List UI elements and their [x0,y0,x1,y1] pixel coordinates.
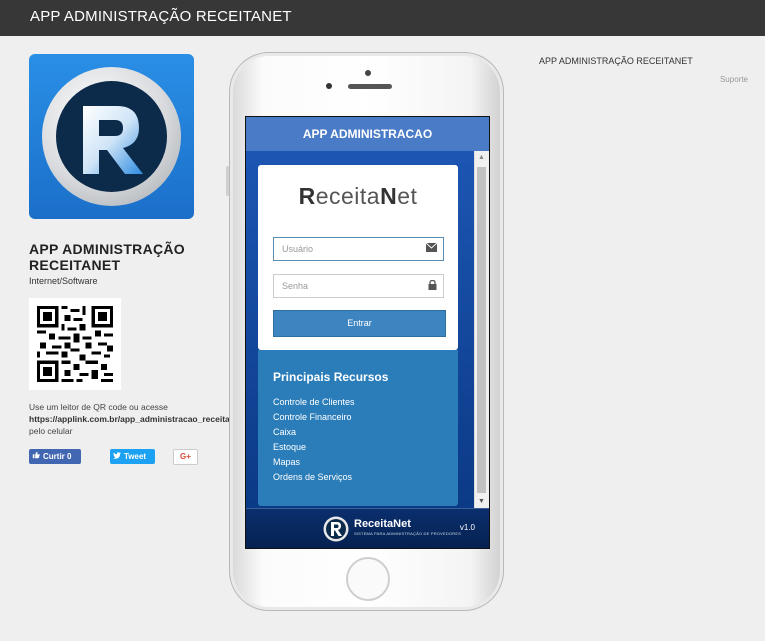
phone-home-button [346,557,390,601]
lock-icon [428,279,437,292]
thumbs-up-icon [29,449,43,464]
login-card: ReceitaNet Usuário Senha Entrar [258,165,458,350]
google-plus-button[interactable]: G+ [173,449,198,465]
screen-scrollbar[interactable]: ▲ ▼ [474,151,489,508]
feature-item: Caixa [273,427,297,437]
feature-item: Controle de Clientes [273,397,355,407]
phone-front-camera [326,83,332,89]
top-bar: APP ADMINISTRAÇÃO RECEITANET [0,0,765,36]
feature-item: Estoque [273,442,307,452]
twitter-tweet-button[interactable]: Tweet [110,449,155,464]
login-button[interactable]: Entrar [273,310,446,337]
password-input[interactable]: Senha [273,274,444,298]
scroll-up-arrow-icon[interactable]: ▲ [478,154,485,161]
footer-brand: ReceitaNet [354,518,411,530]
username-input[interactable]: Usuário [273,237,444,261]
phone-mockup: APP ADMINISTRACAO ReceitaNet Usuário Sen… [229,52,504,611]
scroll-down-arrow-icon[interactable]: ▼ [478,498,485,505]
support-link[interactable]: Suporte [720,75,748,84]
app-name: APP ADMINISTRAÇÃO RECEITANET [29,241,185,273]
page-title: APP ADMINISTRAÇÃO RECEITANET [30,8,292,25]
footer-logo-icon [323,516,349,547]
feature-item: Mapas [273,457,301,467]
feature-item: Ordens de Serviços [273,472,353,482]
app-info-panel: APP ADMINISTRAÇÃO RECEITANET Internet/So… [29,54,234,465]
phone-screen: APP ADMINISTRACAO ReceitaNet Usuário Sen… [245,116,490,549]
footer-tagline: SISTEMA PARA ADMINISTRAÇÃO DE PROVEDORES [354,531,462,536]
facebook-like-button[interactable]: Curtir 0 [29,449,81,464]
app-header: APP ADMINISTRACAO [246,117,489,151]
app-logo-icon [29,54,194,219]
brand-logo-text: ReceitaNet [298,183,418,209]
social-buttons: Curtir 0 Tweet G+ [29,449,234,465]
feature-item: Controle Financeiro [273,412,352,422]
features-title: Principais Recursos [273,370,389,384]
phone-earpiece [348,84,392,89]
phone-camera-dot [365,70,371,76]
twitter-bird-icon [110,449,124,464]
app-category: Internet/Software [29,276,98,286]
app-footer: ReceitaNet SISTEMA PARA ADMINISTRAÇÃO DE… [246,508,489,548]
sidebar-title: APP ADMINISTRAÇÃO RECEITANET [539,56,693,66]
qr-url-link[interactable]: https://applink.com.br/app_administracao… [29,413,234,425]
features-list: Controle de Clientes Controle Financeiro… [273,395,355,485]
app-content: ReceitaNet Usuário Senha Entrar Principa [246,151,475,508]
scrollbar-thumb[interactable] [477,167,486,493]
app-version: v1.0 [459,523,475,532]
qr-instructions: Use um leitor de QR code ou acesse https… [29,402,234,436]
envelope-icon [425,242,438,254]
features-panel: Principais Recursos Controle de Clientes… [258,350,458,506]
qr-code [29,298,121,390]
